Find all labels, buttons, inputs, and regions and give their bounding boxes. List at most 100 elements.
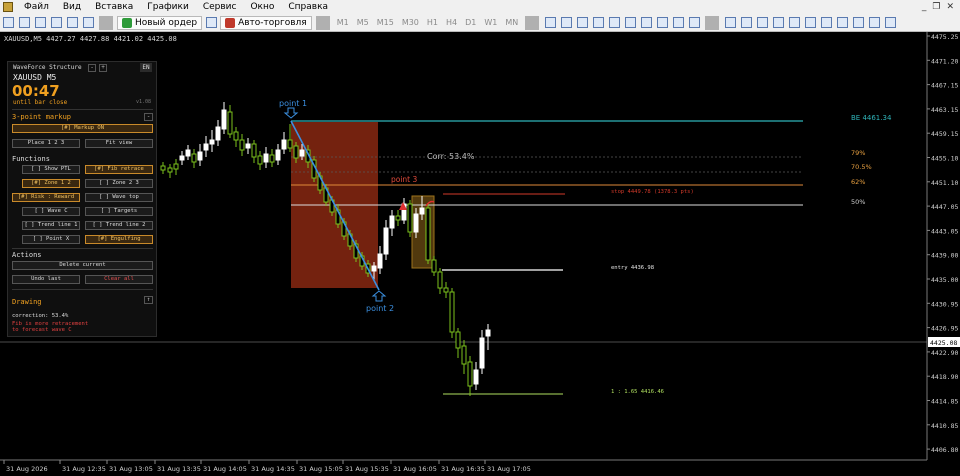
- minimize-button[interactable]: _: [922, 2, 927, 12]
- show-ptl-toggle[interactable]: [ ] Show PTL: [22, 165, 80, 174]
- candle-body: [443, 287, 449, 293]
- menu-file[interactable]: Файл: [17, 2, 56, 12]
- line-chart-icon[interactable]: [755, 16, 769, 30]
- point-x-toggle[interactable]: [ ] Point X: [22, 235, 80, 244]
- divider: [12, 248, 153, 249]
- divider: [12, 289, 153, 290]
- chart-shift-icon[interactable]: [835, 16, 849, 30]
- menu-window[interactable]: Окно: [243, 2, 281, 12]
- menu-insert[interactable]: Вставка: [88, 2, 140, 12]
- risk-reward-toggle[interactable]: [#] Risk : Reward: [12, 193, 80, 202]
- label-icon[interactable]: [671, 16, 685, 30]
- metaeditor-icon[interactable]: [204, 16, 218, 30]
- section-actions-title: Actions: [12, 251, 42, 259]
- zoom-in-icon[interactable]: [771, 16, 785, 30]
- close-button[interactable]: ✕: [946, 2, 954, 12]
- trend-line-1-toggle[interactable]: [ ] Trend line 1: [22, 221, 80, 230]
- wave-top-toggle[interactable]: [ ] Wave top: [85, 193, 153, 202]
- candle-body: [215, 126, 221, 141]
- place-points-button[interactable]: Place 1 2 3: [12, 139, 80, 148]
- point-2-label: point 2: [366, 304, 394, 313]
- timeframe-m1[interactable]: M1: [334, 16, 352, 30]
- timeframe-d1[interactable]: D1: [462, 16, 479, 30]
- channel-icon[interactable]: [623, 16, 637, 30]
- wave-c-toggle[interactable]: [ ] Wave C: [22, 207, 80, 216]
- price-tick-label: 4459.15: [931, 130, 958, 138]
- templates-icon[interactable]: [883, 16, 897, 30]
- window-controls: _ ❐ ✕: [922, 2, 960, 12]
- terminal-window: Файл Вид Вставка Графики Сервис Окно Спр…: [0, 0, 960, 476]
- menu-help[interactable]: Справка: [281, 2, 335, 12]
- profiles-icon[interactable]: [17, 16, 31, 30]
- correction-label: Corr: 53.4%: [427, 152, 475, 161]
- timeframe-mn[interactable]: MN: [502, 16, 521, 30]
- restore-button[interactable]: ❐: [932, 2, 940, 12]
- entry-label: entry 4436.98: [611, 265, 654, 271]
- tile-windows-icon[interactable]: [803, 16, 817, 30]
- new-order-label: Новый ордер: [135, 17, 198, 28]
- trendline-icon[interactable]: [607, 16, 621, 30]
- price-tick-label: 4430.95: [931, 300, 958, 308]
- market-watch-icon[interactable]: [33, 16, 47, 30]
- drawing-collapse-button[interactable]: ↑: [144, 296, 153, 304]
- price-chart[interactable]: 4475.25 4471.20 4467.15 4463.15 4459.15 4455.…: [0, 32, 960, 476]
- auto-trading-label: Авто-торговля: [238, 17, 307, 28]
- candle-body: [239, 139, 245, 151]
- zone-1-2-toggle[interactable]: [#] Zone 1 2: [22, 179, 80, 188]
- price-tick-label: 4467.15: [931, 82, 958, 90]
- fit-view-button[interactable]: Fit view: [85, 139, 153, 148]
- text-icon[interactable]: [655, 16, 669, 30]
- menu-view[interactable]: Вид: [56, 2, 88, 12]
- price-tick-label: 4435.00: [931, 276, 958, 284]
- current-price-label: 4425.08: [930, 339, 957, 347]
- engulfing-toggle[interactable]: [#] Engulfing: [85, 235, 153, 244]
- targets-toggle[interactable]: [ ] Targets: [85, 207, 153, 216]
- menu-tools[interactable]: Сервис: [196, 2, 244, 12]
- timeframe-m30[interactable]: M30: [399, 16, 422, 30]
- candlesticks-icon[interactable]: [739, 16, 753, 30]
- undo-last-button[interactable]: Undo last: [12, 275, 80, 284]
- cursor-icon[interactable]: [543, 16, 557, 30]
- section-collapse-button[interactable]: -: [144, 113, 153, 121]
- section-markup-title: 3-point markup: [12, 113, 72, 121]
- navigator-icon[interactable]: [49, 16, 63, 30]
- autoscroll-icon[interactable]: [819, 16, 833, 30]
- clear-all-button[interactable]: Clear all: [85, 275, 153, 284]
- timeframe-m15[interactable]: M15: [374, 16, 397, 30]
- bar-chart-icon[interactable]: [723, 16, 737, 30]
- arrows-icon[interactable]: [687, 16, 701, 30]
- trend-line-2-toggle[interactable]: [ ] Trend line 2: [85, 221, 153, 230]
- candle-body: [377, 253, 383, 269]
- new-chart-icon[interactable]: [1, 16, 15, 30]
- menu-charts[interactable]: Графики: [140, 2, 196, 12]
- timeframe-h1[interactable]: H1: [424, 16, 441, 30]
- terminal-icon[interactable]: [65, 16, 79, 30]
- fib-62-label: 62%: [851, 178, 865, 186]
- auto-trading-button[interactable]: Авто-торговля: [220, 15, 312, 30]
- markup-on-toggle[interactable]: [#] Markup ON: [12, 124, 153, 133]
- horizontal-line-icon[interactable]: [591, 16, 605, 30]
- new-order-button[interactable]: Новый ордер: [117, 15, 203, 30]
- timeframe-h4[interactable]: H4: [443, 16, 460, 30]
- fib-retrace-toggle[interactable]: [#] Fib retrace: [85, 165, 153, 174]
- language-button[interactable]: EN: [140, 63, 152, 72]
- time-tick-label: 31 Aug 13:05: [109, 465, 153, 473]
- timeframe-w1[interactable]: W1: [481, 16, 500, 30]
- panel-minimize-button[interactable]: -: [88, 64, 96, 72]
- candle-body: [167, 167, 173, 173]
- zone-2-3-toggle[interactable]: [ ] Zone 2 3: [85, 179, 153, 188]
- panel-expand-button[interactable]: +: [99, 64, 107, 72]
- tester-icon[interactable]: [81, 16, 95, 30]
- fibonacci-icon[interactable]: [639, 16, 653, 30]
- delete-current-button[interactable]: Delete current: [12, 261, 153, 270]
- price-tick-label: 4414.85: [931, 398, 958, 406]
- vertical-line-icon[interactable]: [575, 16, 589, 30]
- periods-icon[interactable]: [867, 16, 881, 30]
- indicators-icon[interactable]: [851, 16, 865, 30]
- zoom-out-icon[interactable]: [787, 16, 801, 30]
- crosshair-icon[interactable]: [559, 16, 573, 30]
- candle-body: [473, 369, 479, 385]
- candle-body: [245, 143, 251, 149]
- timeframe-m5[interactable]: M5: [354, 16, 372, 30]
- toolbar-separator: [99, 15, 113, 30]
